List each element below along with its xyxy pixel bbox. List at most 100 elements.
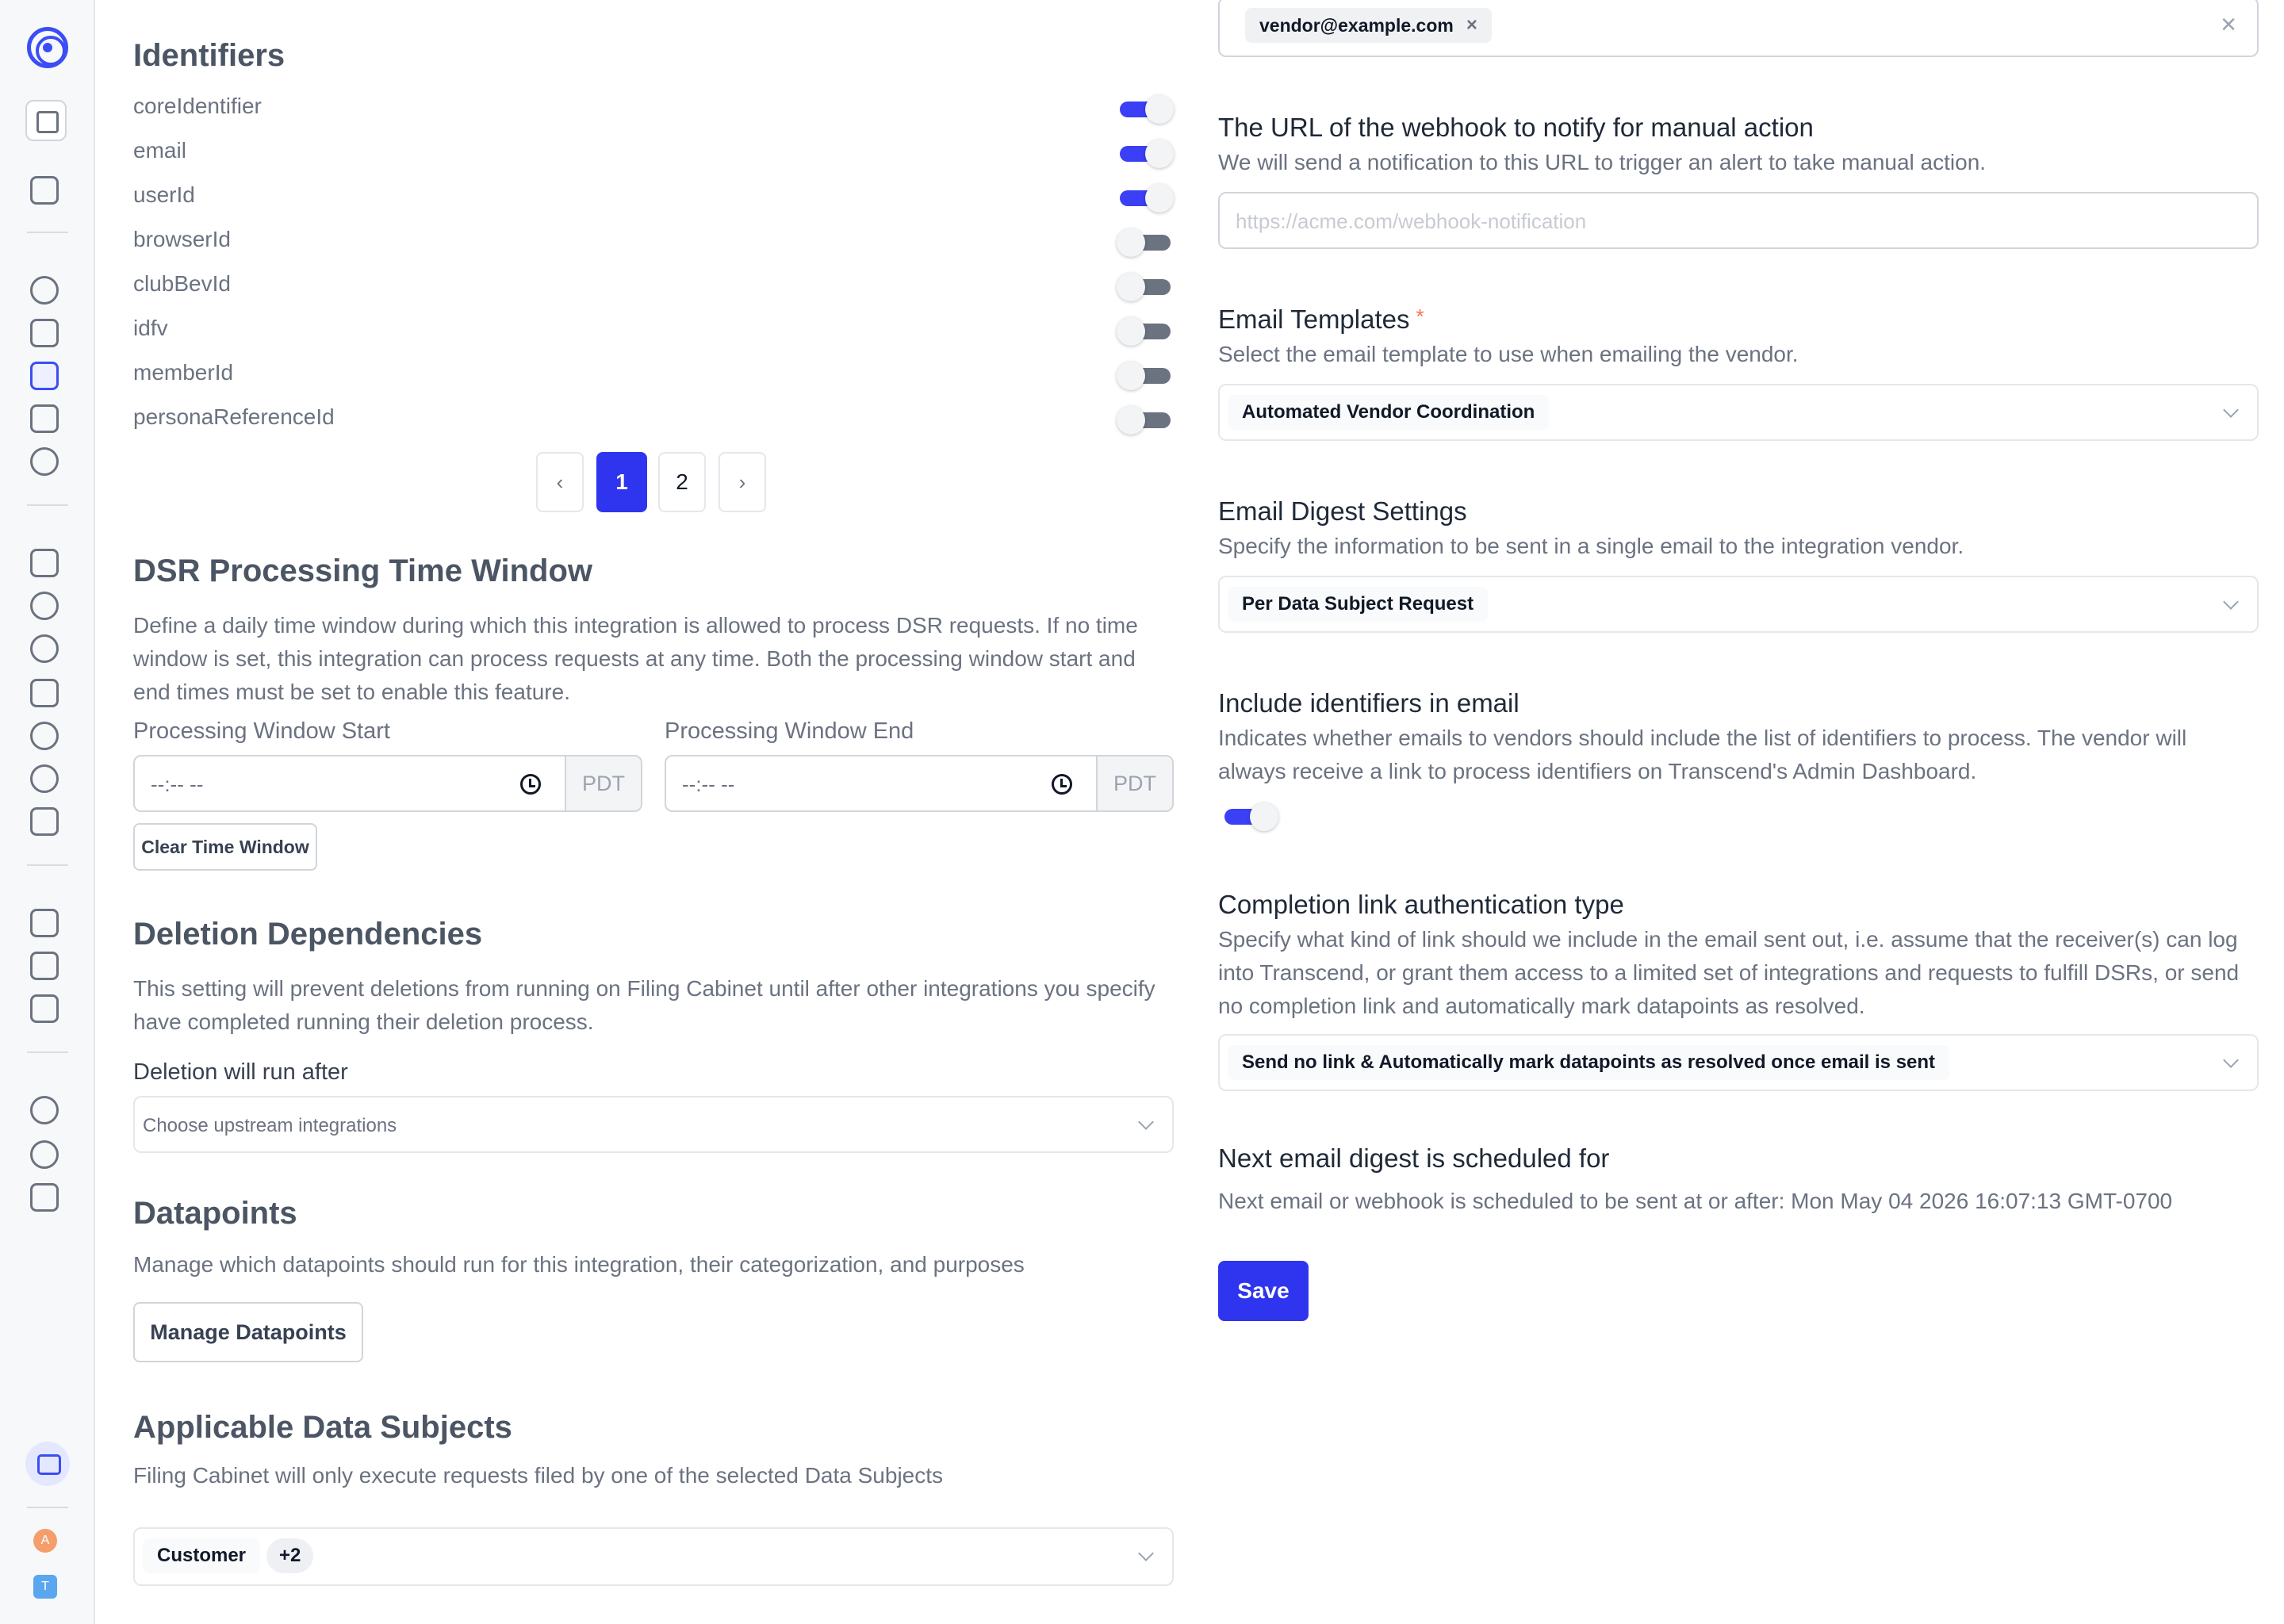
data-subject-chip: Customer — [143, 1538, 261, 1573]
timezone-badge: PDT — [1096, 756, 1172, 810]
user-icon[interactable] — [30, 722, 59, 750]
identifier-toggle[interactable] — [1117, 273, 1174, 301]
webhook-label: The URL of the webhook to notify for man… — [1218, 113, 1814, 142]
identifier-name: email — [133, 138, 186, 163]
processing-end-label: Processing Window End — [665, 718, 914, 744]
avatar[interactable]: A — [33, 1529, 57, 1553]
sidebar-divider — [27, 232, 68, 233]
email-templates-description: Select the email template to use when em… — [1218, 342, 1799, 366]
chevron-down-icon — [2223, 594, 2239, 610]
list-add-icon[interactable] — [30, 807, 59, 836]
toggle-knob — [1117, 273, 1145, 301]
clear-icon[interactable]: × — [2221, 10, 2236, 40]
close-icon[interactable]: × — [1466, 14, 1477, 36]
include-identifiers-toggle[interactable] — [1221, 802, 1278, 831]
manage-datapoints-button[interactable]: Manage Datapoints — [133, 1302, 363, 1362]
cube-icon[interactable] — [30, 319, 59, 347]
eye-off-icon[interactable] — [30, 1096, 59, 1124]
include-identifiers-label: Include identifiers in email — [1218, 688, 1519, 718]
identifier-toggle[interactable] — [1117, 362, 1174, 390]
logo-icon[interactable] — [27, 27, 68, 68]
pagination-page-1[interactable]: 1 — [596, 452, 647, 512]
toggle-knob — [1145, 184, 1174, 213]
webhook-url-field[interactable] — [1218, 192, 2259, 249]
doc-sync-icon[interactable] — [30, 952, 59, 980]
presentation-icon[interactable] — [30, 1183, 59, 1212]
digest-select[interactable]: Per Data Subject Request — [1218, 576, 2259, 633]
upstream-integrations-select[interactable]: Choose upstream integrations — [133, 1096, 1174, 1153]
deletion-description: This setting will prevent deletions from… — [133, 976, 1155, 1034]
dsr-window-title: DSR Processing Time Window — [133, 553, 593, 588]
pagination-page-2[interactable]: 2 — [658, 452, 706, 512]
users-icon[interactable] — [30, 634, 59, 663]
include-identifiers-description: Indicates whether emails to vendors shou… — [1218, 726, 2187, 783]
identifier-row: browserId — [133, 220, 1174, 265]
grid-icon[interactable] — [30, 404, 59, 433]
vendor-email-input[interactable]: vendor@example.com × × — [1218, 0, 2259, 57]
doc-search-icon[interactable] — [30, 909, 59, 937]
gear-icon[interactable] — [30, 1140, 59, 1169]
save-button[interactable]: Save — [1218, 1261, 1309, 1321]
activity-icon[interactable] — [25, 100, 67, 141]
identifier-toggle[interactable] — [1117, 140, 1174, 168]
calendar-search-icon[interactable] — [30, 994, 59, 1023]
email-templates-label: Email Templates * — [1218, 304, 1424, 335]
chevron-down-icon — [1138, 1545, 1154, 1561]
email-template-selected: Automated Vendor Coordination — [1228, 395, 1550, 430]
toggle-knob — [1117, 362, 1145, 390]
clipboard-icon[interactable] — [30, 176, 59, 205]
processing-start-input[interactable]: --:-- -- PDT — [133, 755, 642, 812]
completion-link-select[interactable]: Send no link & Automatically mark datapo… — [1218, 1034, 2259, 1091]
processing-end-input[interactable]: --:-- -- PDT — [665, 755, 1174, 812]
next-digest-label: Next email digest is scheduled for — [1218, 1143, 1610, 1173]
clock-icon[interactable] — [520, 774, 541, 795]
digest-description: Specify the information to be sent in a … — [1218, 534, 1964, 558]
link-icon[interactable] — [30, 592, 59, 620]
more-count-badge: +2 — [266, 1538, 314, 1573]
email-template-select[interactable]: Automated Vendor Coordination — [1218, 384, 2259, 441]
webhook-description: We will send a notification to this URL … — [1218, 150, 1987, 174]
identifier-row: idfv — [133, 309, 1174, 354]
data-subjects-title: Applicable Data Subjects — [133, 1410, 512, 1445]
chat-icon[interactable] — [25, 1442, 70, 1486]
identifier-name: clubBevId — [133, 271, 231, 296]
identifier-toggle[interactable] — [1117, 317, 1174, 346]
identifiers-title: Identifiers — [133, 38, 286, 73]
globe-icon[interactable] — [30, 276, 59, 304]
chevron-down-icon — [2223, 1052, 2239, 1068]
vendor-email-chip-label: vendor@example.com — [1259, 14, 1454, 36]
pagination-prev-button[interactable]: ‹ — [536, 452, 584, 512]
webhook-url-input[interactable] — [1236, 206, 2187, 236]
identifier-row: clubBevId — [133, 265, 1174, 309]
compass-icon[interactable] — [30, 764, 59, 793]
avatar[interactable]: T — [33, 1575, 57, 1599]
deletion-field-label: Deletion will run after — [133, 1059, 348, 1085]
list-grid-icon[interactable] — [30, 362, 59, 390]
pagination-next-button[interactable]: › — [719, 452, 766, 512]
data-subjects-select[interactable]: Customer +2 — [133, 1527, 1174, 1586]
identifier-toggle[interactable] — [1117, 228, 1174, 257]
identifier-name: browserId — [133, 227, 231, 251]
digest-selected: Per Data Subject Request — [1228, 587, 1489, 622]
chevron-down-icon — [1138, 1114, 1154, 1130]
inbox-icon[interactable] — [30, 679, 59, 707]
identifier-name: coreIdentifier — [133, 94, 262, 118]
sidebar-divider — [27, 504, 68, 506]
identifier-toggle[interactable] — [1117, 95, 1174, 124]
clear-time-window-button[interactable]: Clear Time Window — [133, 823, 317, 871]
identifier-toggle[interactable] — [1117, 406, 1174, 435]
dsr-window-description: Define a daily time window during which … — [133, 613, 1138, 704]
clock-icon[interactable] — [1052, 774, 1072, 795]
data-subjects-description: Filing Cabinet will only execute request… — [133, 1463, 944, 1488]
identifier-row: email — [133, 132, 1174, 176]
identifier-row: coreIdentifier — [133, 87, 1174, 132]
toggle-knob — [1145, 140, 1174, 168]
processing-start-value: --:-- -- — [151, 772, 204, 796]
network-icon[interactable] — [30, 447, 59, 476]
identifier-name: userId — [133, 182, 195, 207]
identifier-name: personaReferenceId — [133, 404, 335, 429]
processing-start-label: Processing Window Start — [133, 718, 390, 744]
identifier-row: userId — [133, 176, 1174, 220]
apps-icon[interactable] — [30, 549, 59, 577]
identifier-toggle[interactable] — [1117, 184, 1174, 213]
